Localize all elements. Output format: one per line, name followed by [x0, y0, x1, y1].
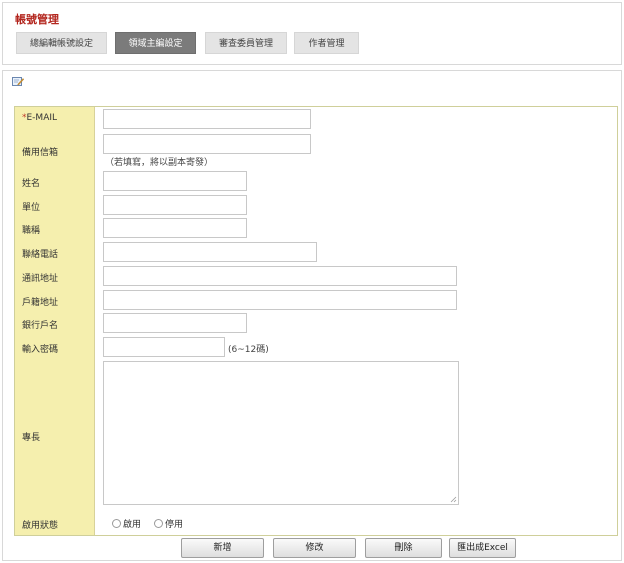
email-field[interactable] — [103, 109, 311, 129]
password-field[interactable] — [103, 337, 225, 357]
backup-email-hint: （若填寫，將以副本寄發） — [105, 158, 214, 168]
radio-circle-icon[interactable] — [154, 519, 163, 528]
bank-account-name-field[interactable] — [103, 313, 247, 333]
household-address-label: 戶籍地址 — [22, 298, 59, 308]
unit-field[interactable] — [103, 195, 247, 215]
job-title-field[interactable] — [103, 218, 247, 238]
radio-circle-icon[interactable] — [112, 519, 121, 528]
name-label: 姓名 — [22, 179, 41, 189]
delete-button[interactable]: 刪除 — [365, 538, 442, 558]
backup-email-label: 備用信箱 — [22, 148, 59, 158]
tab-author-management[interactable]: 作者管理 — [294, 32, 359, 54]
add-button[interactable]: 新增 — [181, 538, 264, 558]
name-field[interactable] — [103, 171, 247, 191]
account-management-header: 帳號管理 總編輯帳號設定 領域主編設定 審查委員管理 作者管理 — [2, 2, 622, 65]
resize-grip-icon[interactable] — [450, 496, 457, 503]
mail-address-label: 通訊地址 — [22, 274, 59, 284]
edit-button[interactable]: 修改 — [273, 538, 356, 558]
backup-email-field[interactable] — [103, 134, 311, 154]
mail-address-field[interactable] — [103, 266, 457, 286]
account-form: *E-MAIL 備用信箱 （若填寫，將以副本寄發） 姓名 單位 職稱 聯絡電話 … — [14, 106, 618, 536]
email-label: *E-MAIL — [22, 113, 57, 123]
tab-chief-editor-settings[interactable]: 總編輯帳號設定 — [16, 32, 107, 54]
job-title-label: 職稱 — [22, 226, 41, 236]
household-address-field[interactable] — [103, 290, 457, 310]
unit-label: 單位 — [22, 203, 41, 213]
status-enabled-radio[interactable]: 啟用 — [112, 517, 141, 530]
status-label: 啟用狀態 — [22, 521, 59, 531]
password-hint: (6~12碼) — [228, 345, 269, 355]
phone-field[interactable] — [103, 242, 317, 262]
page-title: 帳號管理 — [15, 13, 59, 26]
status-disabled-label: 停用 — [165, 520, 184, 530]
phone-label: 聯絡電話 — [22, 250, 59, 260]
password-label: 輸入密碼 — [22, 345, 59, 355]
expertise-textarea[interactable] — [103, 361, 459, 505]
tab-domain-editor-settings[interactable]: 領域主編設定 — [115, 32, 196, 54]
status-disabled-radio[interactable]: 停用 — [154, 517, 183, 530]
expertise-label: 專長 — [22, 433, 41, 443]
export-excel-button[interactable]: 匯出成Excel — [449, 538, 516, 558]
status-enabled-label: 啟用 — [123, 520, 142, 530]
edit-note-icon — [12, 77, 24, 86]
account-form-panel: *E-MAIL 備用信箱 （若填寫，將以副本寄發） 姓名 單位 職稱 聯絡電話 … — [2, 70, 622, 561]
tab-reviewer-management[interactable]: 審查委員管理 — [205, 32, 287, 54]
bank-account-name-label: 銀行戶名 — [22, 321, 59, 331]
email-label-text: E-MAIL — [26, 113, 58, 123]
